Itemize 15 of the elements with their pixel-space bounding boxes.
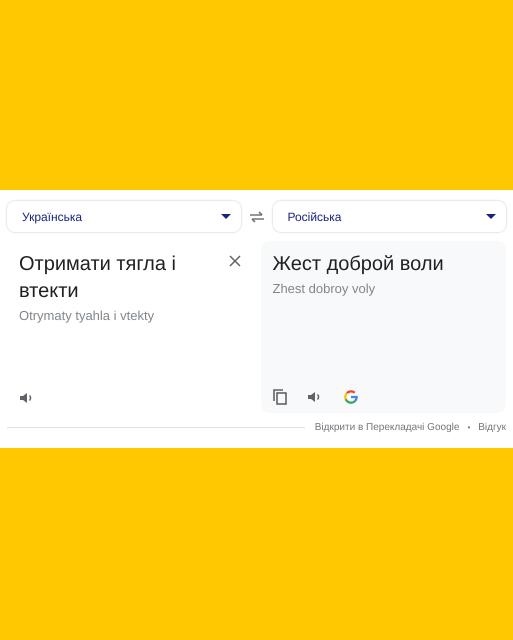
swap-icon[interactable] — [248, 210, 264, 222]
transliteration-text: Otrymaty tyahla i vtekty — [19, 308, 156, 323]
feedback-link[interactable]: Відгук — [478, 422, 506, 433]
target-language-dropdown[interactable]: Російська — [272, 201, 506, 232]
transliteration-text: Zhest dobroy voly — [272, 281, 376, 296]
open-in-translate-link[interactable]: Відкрити в Перекладачі Google — [314, 422, 460, 433]
copy-icon[interactable] — [272, 389, 286, 405]
source-language-dropdown[interactable]: Українська — [7, 201, 240, 232]
google-logo-icon[interactable] — [342, 389, 358, 405]
separator-dot: • — [467, 423, 470, 432]
source-text: Отримати тягла і втекти — [19, 252, 177, 304]
caret-icon — [220, 214, 230, 219]
caret-icon — [486, 214, 496, 219]
translated-text: Жест доброй воли — [272, 252, 445, 277]
close-icon[interactable] — [228, 255, 240, 267]
